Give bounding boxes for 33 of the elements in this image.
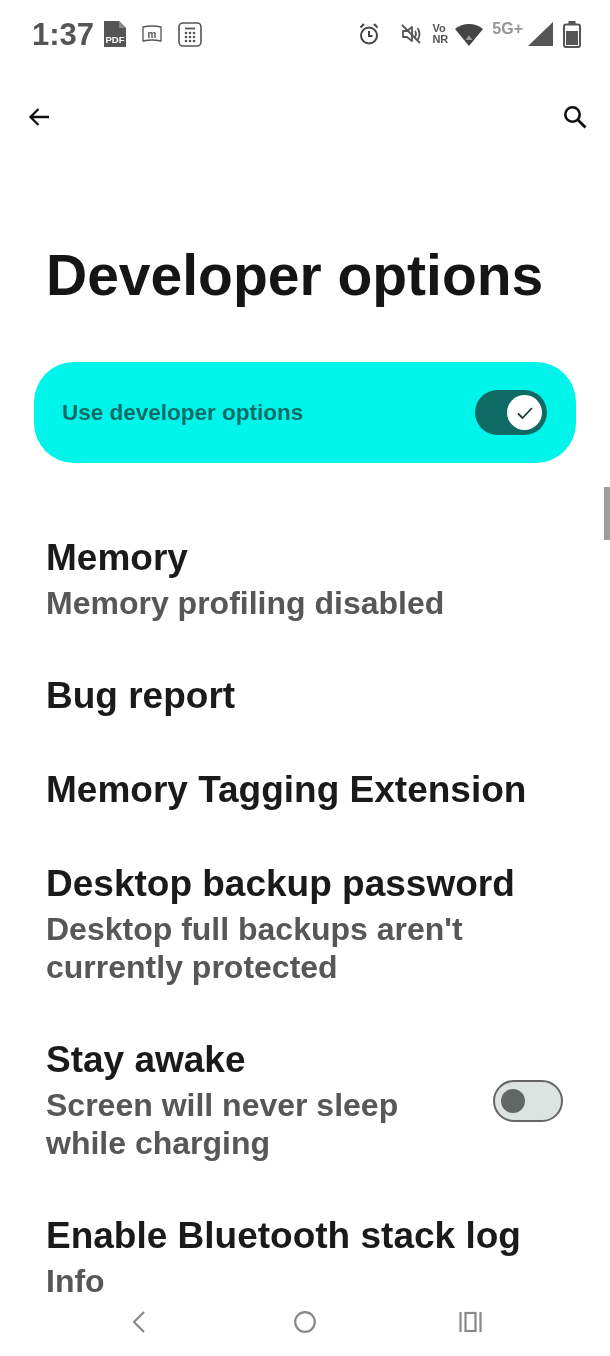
main-switch-label: Use developer options <box>62 399 304 426</box>
status-time: 1:37 <box>32 18 95 50</box>
muted-speaker-icon <box>400 23 423 45</box>
back-icon[interactable] <box>28 107 50 127</box>
setting-title[interactable]: Desktop backup password <box>46 864 564 904</box>
setting-summary: Desktop full backups aren't currently protected <box>46 910 464 986</box>
setting-title[interactable]: Bug report <box>46 676 564 716</box>
calculator-icon <box>178 21 203 47</box>
vonr-indicator: Vo NR <box>432 23 449 45</box>
setting-title[interactable]: Stay awake <box>46 1040 470 1080</box>
scrollbar-thumb[interactable] <box>604 487 610 540</box>
setting-title[interactable]: Memory <box>46 538 564 578</box>
app-notification-icon: m <box>142 25 163 43</box>
wifi-icon <box>454 21 485 47</box>
setting-title[interactable]: Memory Tagging Extension <box>46 770 564 810</box>
toggle-switch[interactable] <box>475 390 547 435</box>
check-icon <box>516 406 533 419</box>
page-title: Developer options <box>46 245 545 305</box>
setting-title[interactable]: Enable Bluetooth stack log <box>46 1216 564 1256</box>
nav-recents-icon[interactable] <box>459 1311 482 1333</box>
setting-summary: Info <box>46 1262 106 1300</box>
signal-icon <box>528 22 553 46</box>
setting-summary: Memory profiling disabled <box>46 584 446 622</box>
alarm-clock-icon <box>358 22 381 46</box>
setting-summary: Screen will never sleep while charging <box>46 1086 400 1162</box>
toggle-switch[interactable] <box>493 1080 563 1122</box>
nav-back-icon[interactable] <box>132 1310 146 1334</box>
main-switch-card[interactable]: Use developer options <box>34 362 576 463</box>
search-icon[interactable] <box>563 105 587 129</box>
pdf-file-icon: PDF <box>104 21 127 47</box>
battery-icon <box>562 20 582 48</box>
network-type-label: 5G+ <box>492 20 523 38</box>
nav-home-icon[interactable] <box>294 1311 316 1333</box>
